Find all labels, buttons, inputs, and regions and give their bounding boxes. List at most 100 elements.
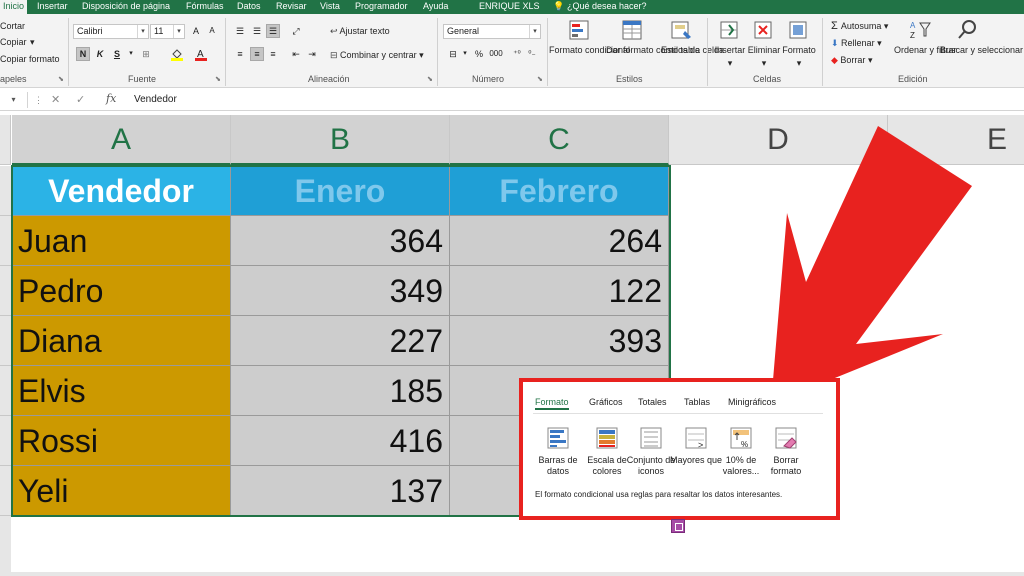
orientation-icon[interactable]: ⤢ xyxy=(289,24,303,38)
delete-cells-button[interactable]: Eliminar xyxy=(745,45,783,56)
find-select-button[interactable]: Buscar y seleccionar xyxy=(940,45,1023,56)
row-header[interactable] xyxy=(0,166,11,216)
increase-decimal-icon[interactable]: ⁺⁰ xyxy=(510,47,524,61)
row-header[interactable] xyxy=(0,516,11,576)
table-cell-enero[interactable]: 349 xyxy=(231,266,450,316)
table-cell-name[interactable]: Elvis xyxy=(12,366,231,416)
column-header-a[interactable]: A xyxy=(12,115,231,165)
enter-icon[interactable]: ✓ xyxy=(76,93,85,107)
chevron-down-icon[interactable]: ▾ xyxy=(781,58,817,69)
row-header[interactable] xyxy=(0,416,11,466)
currency-dropdown-icon[interactable]: ▾ xyxy=(458,47,472,61)
sort-filter-button[interactable]: Ordenar y filtrar xyxy=(894,45,957,56)
italic-button[interactable]: K xyxy=(93,47,107,61)
grow-font-button[interactable]: A xyxy=(189,24,203,38)
qa-tab-formato[interactable]: Formato xyxy=(535,397,569,410)
header-cell-febrero[interactable]: Febrero xyxy=(450,166,669,216)
qa-tab-tablas[interactable]: Tablas xyxy=(684,397,710,407)
dialog-launcher-icon[interactable]: ⬊ xyxy=(537,74,543,85)
table-cell-enero[interactable]: 227 xyxy=(231,316,450,366)
column-header-c[interactable]: C xyxy=(450,115,669,165)
chevron-down-icon[interactable]: ▾ xyxy=(875,38,882,48)
table-cell-name[interactable]: Rossi xyxy=(12,416,231,466)
name-box-dropdown[interactable]: ▾ xyxy=(0,92,28,108)
dialog-launcher-icon[interactable]: ⬊ xyxy=(58,74,64,85)
chevron-down-icon[interactable]: ▾ xyxy=(865,55,873,65)
chevron-down-icon[interactable]: ▾ xyxy=(417,50,424,60)
wrap-text-button[interactable]: ↩ Ajustar texto xyxy=(330,26,390,37)
number-format-combo[interactable]: General ▾ xyxy=(443,24,541,39)
chevron-down-icon[interactable]: ▾ xyxy=(745,58,783,69)
conditional-format-button[interactable]: Formato condicional xyxy=(549,45,630,56)
qa-option-data-bars[interactable]: Barras de datos xyxy=(535,426,581,482)
merge-center-button[interactable]: ⊟ Combinar y centrar ▾ xyxy=(330,50,424,61)
table-cell-name[interactable]: Diana xyxy=(12,316,231,366)
tab-revisar[interactable]: Revisar xyxy=(276,0,307,14)
decrease-indent-icon[interactable]: ⇤ xyxy=(289,47,303,61)
table-cell-enero[interactable]: 364 xyxy=(231,216,450,266)
dialog-launcher-icon[interactable]: ⬊ xyxy=(427,74,433,85)
table-cell-febrero[interactable]: 264 xyxy=(450,216,669,266)
table-cell-name[interactable]: Pedro xyxy=(12,266,231,316)
tab-enrique-xls[interactable]: ENRIQUE XLS xyxy=(479,0,540,14)
tab-vista[interactable]: Vista xyxy=(320,0,340,14)
copy-button[interactable]: Copiar xyxy=(0,37,27,48)
align-left-icon[interactable]: ≡ xyxy=(233,47,247,61)
header-cell-enero[interactable]: Enero xyxy=(231,166,450,216)
font-name-combo[interactable]: Calibri ▾ xyxy=(73,24,149,39)
qa-tab-totales[interactable]: Totales xyxy=(638,397,667,407)
autosum-button[interactable]: Σ Autosuma ▾ xyxy=(831,21,888,32)
format-as-table-button[interactable]: Dar formato como tabla xyxy=(606,45,700,56)
row-header[interactable] xyxy=(0,266,11,316)
header-cell-vendedor[interactable]: Vendedor xyxy=(12,166,231,216)
cancel-icon[interactable]: ✕ xyxy=(51,93,60,107)
row-header[interactable] xyxy=(0,366,11,416)
table-cell-name[interactable]: Juan xyxy=(12,216,231,266)
qa-tab-minigraficos[interactable]: Minigráficos xyxy=(728,397,776,407)
chevron-down-icon[interactable]: ▾ xyxy=(173,25,184,38)
cell-styles-button[interactable]: Estilos de celda xyxy=(661,45,724,56)
tab-datos[interactable]: Datos xyxy=(237,0,261,14)
qa-option-icon-set[interactable]: Conjunto de iconos xyxy=(627,426,675,482)
underline-dropdown-icon[interactable]: ▾ xyxy=(124,47,138,61)
decrease-decimal-icon[interactable]: ⁰₋ xyxy=(525,47,539,61)
increase-indent-icon[interactable]: ⇥ xyxy=(305,47,319,61)
insert-function-button[interactable]: fx xyxy=(106,92,116,105)
chevron-down-icon[interactable]: ▾ xyxy=(529,25,540,38)
column-header-e[interactable]: E xyxy=(888,115,1024,165)
underline-button[interactable]: S xyxy=(110,47,124,61)
row-header[interactable] xyxy=(0,216,11,266)
fill-button[interactable]: ⬇ Rellenar ▾ xyxy=(831,38,882,49)
tab-disposicion-pagina[interactable]: Disposición de página xyxy=(82,0,170,14)
format-cells-button[interactable]: Formato xyxy=(781,45,817,56)
align-bottom-icon[interactable]: ☰ xyxy=(266,24,280,38)
thousands-separator-button[interactable]: 000 xyxy=(486,47,506,61)
row-header[interactable] xyxy=(0,466,11,516)
select-all-corner[interactable] xyxy=(0,115,11,165)
table-cell-febrero[interactable]: 393 xyxy=(450,316,669,366)
insert-cells-button[interactable]: Insertar xyxy=(711,45,749,56)
borders-icon[interactable]: ⊞ xyxy=(139,47,153,61)
copy-dropdown-icon[interactable]: ▾ xyxy=(30,37,35,48)
shrink-font-button[interactable]: A xyxy=(205,24,219,38)
font-size-combo[interactable]: 11 ▾ xyxy=(150,24,185,39)
tab-programador[interactable]: Programador xyxy=(355,0,408,14)
bold-button[interactable]: N xyxy=(76,47,90,61)
align-top-icon[interactable]: ☰ xyxy=(233,24,247,38)
cut-button[interactable]: Cortar xyxy=(0,21,25,32)
qa-option-clear-format[interactable]: Borrar formato xyxy=(763,426,809,482)
align-middle-icon[interactable]: ☰ xyxy=(250,24,264,38)
tab-insertar[interactable]: Insertar xyxy=(37,0,68,14)
table-cell-name[interactable]: Yeli xyxy=(12,466,231,516)
table-cell-enero[interactable]: 137 xyxy=(231,466,450,516)
chevron-down-icon[interactable]: ▾ xyxy=(137,25,148,38)
formula-input[interactable]: Vendedor xyxy=(134,94,177,105)
table-cell-enero[interactable]: 416 xyxy=(231,416,450,466)
format-painter-button[interactable]: Copiar formato xyxy=(0,54,60,65)
clear-button[interactable]: ◆ Borrar ▾ xyxy=(831,55,872,66)
column-header-b[interactable]: B xyxy=(231,115,450,165)
table-cell-febrero[interactable]: 122 xyxy=(450,266,669,316)
align-center-icon[interactable]: ≡ xyxy=(250,47,264,61)
font-color-icon[interactable]: A xyxy=(194,47,208,61)
row-header[interactable] xyxy=(0,316,11,366)
